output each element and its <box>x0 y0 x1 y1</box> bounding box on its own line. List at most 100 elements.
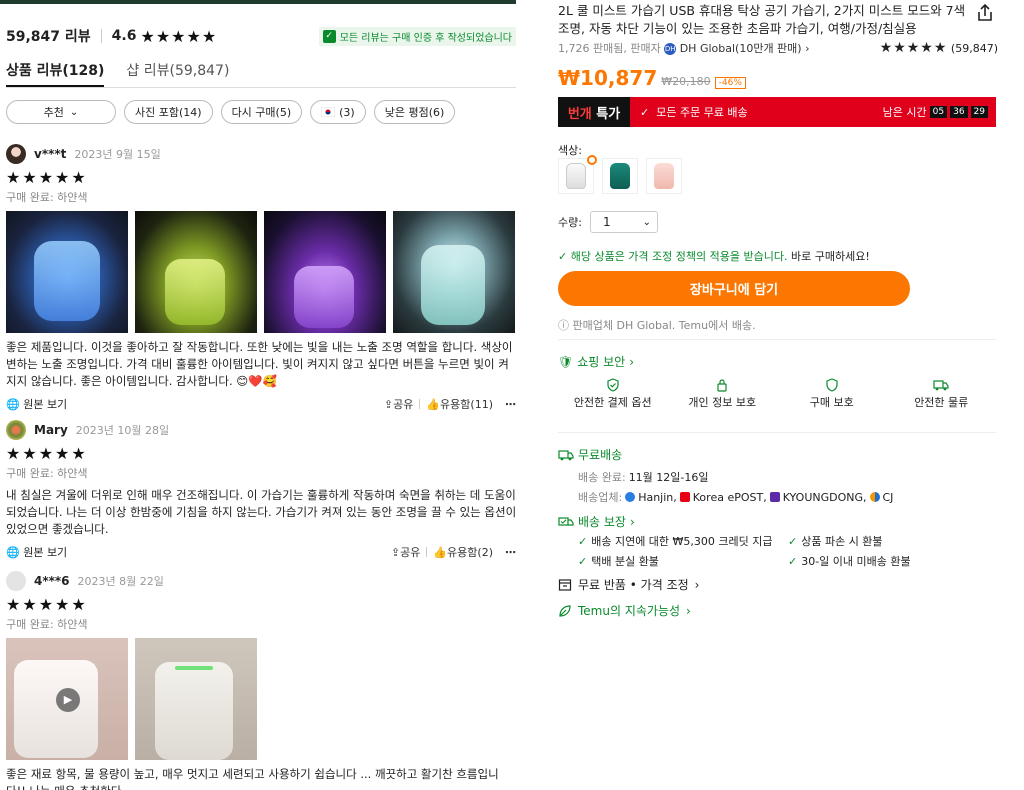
sustainability-link[interactable]: Temu의 지속가능성 › <box>558 602 691 619</box>
review-count: 59,847 리뷰 <box>6 29 91 45</box>
filter-korea[interactable]: (3) <box>310 100 366 124</box>
divider <box>558 432 996 433</box>
color-swatches <box>558 155 682 194</box>
lock-icon <box>717 379 727 392</box>
divider <box>426 547 428 557</box>
verified-badge: ✓ 모든 리뷰는 구매 인증 후 작성되었습니다 <box>318 27 516 46</box>
review-tabs: 상품 리뷰(128) 샵 리뷰(59,847) <box>6 58 516 88</box>
security-feature: 개인 정보 보호 <box>668 378 778 410</box>
seller-note: ⓘ 판매업체 DH Global. Temu에서 배송. <box>558 317 756 333</box>
thumbs-up-icon: 👍 <box>426 398 441 411</box>
helpful-button[interactable]: 👍유용함(11) <box>426 396 493 412</box>
reviewer-name: v***t <box>34 147 67 161</box>
share-button[interactable]: ⇪공유 <box>384 396 413 412</box>
guarantee-item: ✓ 택배 분실 환불 <box>578 553 788 569</box>
shipping-title-text: 무료배송 <box>578 448 623 462</box>
shield-icon <box>826 378 838 392</box>
delivery-value: 11월 12일-16일 <box>628 471 709 484</box>
review-photo[interactable] <box>393 211 515 333</box>
avatar <box>6 571 26 591</box>
seller-link[interactable]: DH Global(10만개 판매) › <box>680 42 810 55</box>
view-original-link[interactable]: 🌐 원본 보기 <box>6 396 67 412</box>
helpful-button[interactable]: 👍유용함(2) <box>433 544 493 560</box>
filter-low-rating[interactable]: 낮은 평점(6) <box>373 100 456 124</box>
rating-stars-icon: ★★★★★ <box>879 40 948 56</box>
original-price: ₩20,180 <box>661 75 711 88</box>
shield-icon <box>607 378 619 392</box>
swatch-green[interactable] <box>602 158 638 194</box>
avatar <box>6 144 26 164</box>
check-icon: ✓ <box>788 535 798 548</box>
more-options-icon[interactable]: ⋯ <box>505 398 516 411</box>
view-original-label: 원본 보기 <box>23 398 68 411</box>
quantity-select[interactable]: 1 ⌄ <box>589 211 658 233</box>
review-photo[interactable] <box>6 211 128 333</box>
remaining-label: 남은 시간 <box>882 106 927 119</box>
countdown-timer: 남은 시간 05 36 29 <box>883 104 988 120</box>
average-rating: 4.6 <box>111 28 137 44</box>
share-icon: ⇪ <box>390 546 401 559</box>
security-feature: 구매 보호 <box>777 378 887 410</box>
helpful-label: 유용함(11) <box>440 398 493 411</box>
security-title: 쇼핑 보안 <box>577 355 626 369</box>
swatch-pink[interactable] <box>646 158 682 194</box>
price-policy-text: 해당 상품은 가격 조정 정책의 적용을 받습니다. <box>570 250 788 263</box>
free-shipping-note: ✓ 모든 주문 무료 배송 <box>640 106 748 119</box>
divider <box>558 339 996 340</box>
review-text: 좋은 재료 항목, 물 용량이 높고, 매우 멋지고 세련되고 사용하기 쉽습니… <box>6 767 499 790</box>
tab-product-reviews[interactable]: 상품 리뷰(128) <box>6 58 105 87</box>
carriers: 배송업체: Hanjin, Korea ePOST, KYOUNGDONG, C… <box>578 489 893 505</box>
review-photos: ▶ <box>6 638 516 760</box>
divider <box>100 29 102 43</box>
carrier-name: Hanjin, <box>638 490 677 504</box>
free-returns-link[interactable]: 무료 반품 • 가격 조정 › <box>558 576 699 593</box>
return-box-icon <box>558 578 572 591</box>
filter-repurchase[interactable]: 다시 구매(5) <box>220 100 303 124</box>
swatch-white[interactable] <box>558 155 597 194</box>
lightning-deal-badge: 번개 특가 <box>558 97 630 127</box>
guarantee-item: ✓ 배송 지연에 대한 ₩5,300 크레딧 지급 <box>578 533 788 549</box>
review-stars: ★★★★★ <box>6 595 88 614</box>
check-icon: ✓ <box>558 250 568 263</box>
rating-stars-icon: ★★★★★ <box>140 26 218 46</box>
review-photo[interactable] <box>264 211 386 333</box>
chevron-right-icon: › <box>686 603 691 618</box>
guarantee-item: ✓ 30-일 이내 미배송 환불 <box>788 553 978 569</box>
share-button[interactable]: ⇪공유 <box>391 544 420 560</box>
tab-shop-reviews[interactable]: 샵 리뷰(59,847) <box>126 58 229 87</box>
view-original-link[interactable]: 🌐 원본 보기 <box>6 544 67 560</box>
leaf-icon <box>559 604 571 617</box>
security-feature-label: 개인 정보 보호 <box>688 396 757 409</box>
shopping-security-link[interactable]: 🛡 쇼핑 보안 › <box>558 353 634 370</box>
review-date: 2023년 9월 15일 <box>74 148 161 161</box>
quantity-row: 수량: 1 ⌄ <box>558 211 658 233</box>
more-options-icon[interactable]: ⋯ <box>505 546 516 559</box>
delivery-date: 배송 완료: 11월 12일-16일 <box>578 469 709 485</box>
delivery-guarantee-link[interactable]: 배송 보장 › <box>558 513 635 530</box>
truck-icon <box>933 380 949 391</box>
seller-name: DH Global(10만개 판매) <box>679 42 802 55</box>
chevron-down-icon: ⌄ <box>69 106 79 118</box>
shield-check-icon: 🛡 <box>558 354 574 369</box>
share-label: 공유 <box>393 398 414 411</box>
share-icon[interactable] <box>974 2 996 24</box>
review-photo[interactable] <box>135 211 257 333</box>
review-item: Mary 2023년 10월 28일 ★★★★★ 구매 완료: 하얀색 내 침실… <box>6 418 516 562</box>
review-video[interactable]: ▶ <box>6 638 128 760</box>
selected-indicator-icon <box>587 155 597 165</box>
add-to-cart-button[interactable]: 장바구니에 담기 <box>558 271 910 306</box>
sort-dropdown[interactable]: 추천 ⌄ <box>6 100 116 124</box>
seller-logo-icon: DH <box>664 43 677 55</box>
hanjin-logo-icon <box>625 492 636 502</box>
info-icon: ⓘ <box>558 319 569 332</box>
shield-check-icon: ✓ <box>322 30 336 43</box>
carrier-name: CJ <box>882 490 894 504</box>
chevron-right-icon: › <box>629 354 635 369</box>
review-photo[interactable] <box>135 638 257 760</box>
divider <box>419 399 421 409</box>
play-icon[interactable]: ▶ <box>56 688 80 712</box>
kyoungdong-logo-icon <box>769 492 780 502</box>
filter-with-photos[interactable]: 사진 포함(14) <box>124 100 213 124</box>
product-rating-count[interactable]: (59,847) <box>951 42 998 55</box>
buy-now-text: 바로 구매하세요! <box>790 250 870 263</box>
